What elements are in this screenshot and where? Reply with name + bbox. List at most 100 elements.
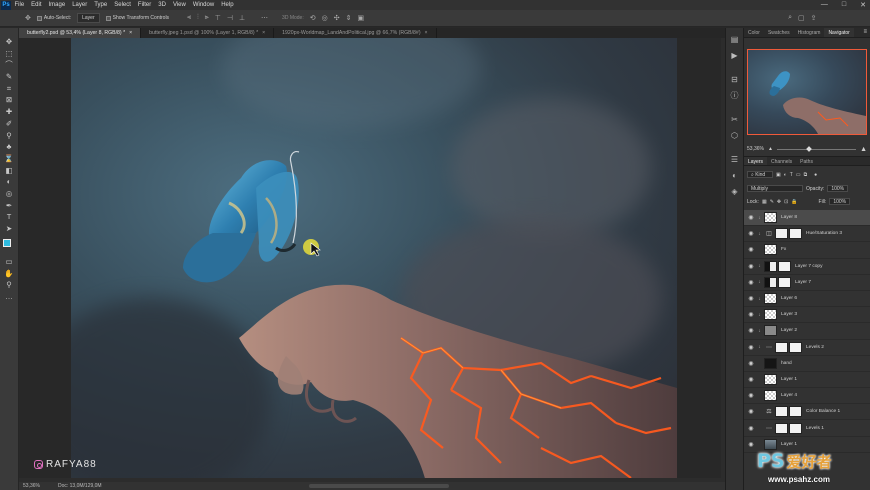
eye-icon[interactable]: ◉: [747, 327, 755, 334]
layer-name[interactable]: Layer 4: [781, 393, 797, 398]
navigator-zoom-value[interactable]: 53,36%: [747, 146, 764, 152]
layer-row[interactable]: ◉ ↓ Layer 3: [744, 307, 870, 324]
search-icon[interactable]: ⌕: [788, 14, 792, 22]
slide-3d-icon[interactable]: ⇕: [346, 14, 352, 22]
navigator-preview[interactable]: [747, 49, 867, 135]
filter-smart-icon[interactable]: ⧉: [804, 172, 808, 178]
layer-mask-thumbnail[interactable]: [778, 260, 791, 272]
layer-name[interactable]: Layer 2: [781, 328, 797, 333]
tool-icon-13[interactable]: ◎: [3, 189, 15, 199]
eye-icon[interactable]: ◉: [747, 425, 755, 432]
tool-icon-5[interactable]: ⊠: [3, 95, 15, 105]
close-tab-icon[interactable]: ×: [129, 28, 132, 38]
info-icon[interactable]: ⓘ: [729, 90, 741, 102]
lock-artboard-icon[interactable]: ⊡: [784, 199, 788, 205]
tab-channels[interactable]: Channels: [767, 157, 796, 165]
rotate-3d-icon[interactable]: ⟲: [310, 14, 316, 22]
document-tab[interactable]: 1920px-Worldmap_LandAndPolitical.jpg @ 6…: [274, 28, 437, 38]
more-options-icon[interactable]: ⋯: [261, 14, 268, 22]
eye-icon[interactable]: ◉: [747, 246, 755, 253]
transform-controls-checkbox[interactable]: [105, 15, 111, 21]
menu-item-layer[interactable]: Layer: [69, 2, 91, 8]
tool-icon-17[interactable]: ▭: [3, 257, 15, 267]
history-icon[interactable]: ▤: [729, 34, 741, 46]
eye-icon[interactable]: ◉: [747, 441, 755, 448]
eye-icon[interactable]: ◉: [747, 376, 755, 383]
tab-swatches[interactable]: Swatches: [764, 28, 794, 37]
layer-name[interactable]: Layer 7 copy: [795, 264, 822, 269]
zoom-in-icon[interactable]: ▲: [860, 146, 867, 153]
menu-item-3d[interactable]: 3D: [155, 2, 170, 8]
layer-row[interactable]: ◉ ↓ ◫ Hue/Saturation 3: [744, 226, 870, 243]
layer-name[interactable]: Fx: [781, 247, 786, 252]
layer-thumbnail[interactable]: [764, 244, 777, 256]
tab-color[interactable]: Color: [744, 28, 764, 37]
document-tab[interactable]: butterfly2.psd @ 53,4% (Layer 8, RGB/8) …: [19, 28, 142, 38]
tool-icon-8[interactable]: ⚲: [3, 131, 15, 141]
status-zoom[interactable]: 53,36%: [23, 483, 40, 489]
filter-toggle-icon[interactable]: ●: [814, 172, 817, 178]
color-swatches[interactable]: [2, 238, 16, 253]
tool-icon-9[interactable]: ♣: [3, 142, 15, 152]
layer-thumbnail[interactable]: [764, 373, 777, 385]
roll-3d-icon[interactable]: ◎: [322, 14, 328, 22]
tool-icon-19[interactable]: ⚲: [3, 280, 15, 290]
auto-select-checkbox[interactable]: [36, 15, 42, 21]
filter-pixel-icon[interactable]: ▣: [776, 172, 781, 178]
auto-select-dropdown[interactable]: Layer: [77, 13, 100, 23]
layer-name[interactable]: Layer 8: [781, 215, 797, 220]
eye-icon[interactable]: ◉: [747, 408, 755, 415]
align-center-icon[interactable]: ⫶: [197, 14, 199, 22]
zoom-out-icon[interactable]: ▲: [768, 146, 773, 152]
menu-item-view[interactable]: View: [169, 2, 189, 8]
eye-icon[interactable]: ◉: [747, 311, 755, 318]
tool-icon-12[interactable]: ◐: [3, 177, 15, 187]
eye-icon[interactable]: ◉: [747, 295, 755, 302]
tool-icon-14[interactable]: ✒: [3, 201, 15, 211]
layer-thumbnail[interactable]: [775, 228, 788, 240]
tool-icon-18[interactable]: ✋: [3, 269, 15, 279]
layer-name[interactable]: Layer 7: [795, 280, 811, 285]
auto-select-option[interactable]: Auto-Select:: [36, 15, 71, 21]
layer-row[interactable]: ◉ ⚖ Color Balance 1: [744, 404, 870, 421]
fill-field[interactable]: 100%: [829, 198, 851, 205]
tool-icon-16[interactable]: ➤: [3, 224, 15, 234]
eye-icon[interactable]: ◉: [747, 360, 755, 367]
tool-icon-15[interactable]: T: [3, 212, 15, 222]
close-tab-icon[interactable]: ×: [262, 28, 265, 38]
lock-transparent-icon[interactable]: ▦: [762, 199, 767, 205]
libraries-icon[interactable]: ◈: [729, 186, 741, 198]
layer-name[interactable]: Hue/Saturation 3: [806, 231, 842, 236]
share-icon[interactable]: ⇪: [811, 14, 817, 22]
layer-name[interactable]: Levels 1: [806, 426, 824, 431]
filter-kind-dropdown[interactable]: ⌕ Kind: [747, 171, 773, 178]
tool-icon-11[interactable]: ◧: [3, 166, 15, 176]
layer-row[interactable]: ◉ ↓ Layer 6: [744, 291, 870, 308]
layer-name[interactable]: Layer 6: [781, 296, 797, 301]
menu-item-file[interactable]: File: [11, 2, 28, 8]
menu-item-type[interactable]: Type: [91, 2, 111, 8]
lock-all-icon[interactable]: 🔒: [791, 199, 797, 205]
tab-histogram[interactable]: Histogram: [794, 28, 825, 37]
foreground-color-swatch[interactable]: [2, 238, 11, 247]
layer-thumbnail[interactable]: [764, 293, 777, 305]
layer-row[interactable]: ◉ Layer 4: [744, 388, 870, 405]
status-scrollbar[interactable]: [309, 484, 449, 488]
layer-thumbnail[interactable]: [764, 325, 777, 337]
layer-thumbnail[interactable]: [775, 422, 788, 434]
panel-menu-icon[interactable]: ≡: [863, 29, 867, 35]
eye-icon[interactable]: ◉: [747, 214, 755, 221]
menu-item-edit[interactable]: Edit: [28, 2, 45, 8]
layer-row[interactable]: ◉ ↓ Layer 7 copy: [744, 259, 870, 275]
eye-icon[interactable]: ◉: [747, 392, 755, 399]
scale-3d-icon[interactable]: ▣: [357, 14, 364, 22]
tool-icon-4[interactable]: ⌗: [3, 84, 15, 94]
pan-3d-icon[interactable]: ✣: [334, 14, 340, 22]
tool-icon-0[interactable]: ✥: [3, 37, 15, 47]
menu-item-filter[interactable]: Filter: [134, 2, 154, 8]
opacity-field[interactable]: 100%: [827, 185, 849, 192]
layer-thumbnail[interactable]: [764, 212, 777, 224]
lock-brush-icon[interactable]: ✎: [770, 199, 774, 205]
canvas-area[interactable]: RAFYA88: [19, 38, 725, 482]
layer-thumbnail[interactable]: [764, 438, 777, 450]
